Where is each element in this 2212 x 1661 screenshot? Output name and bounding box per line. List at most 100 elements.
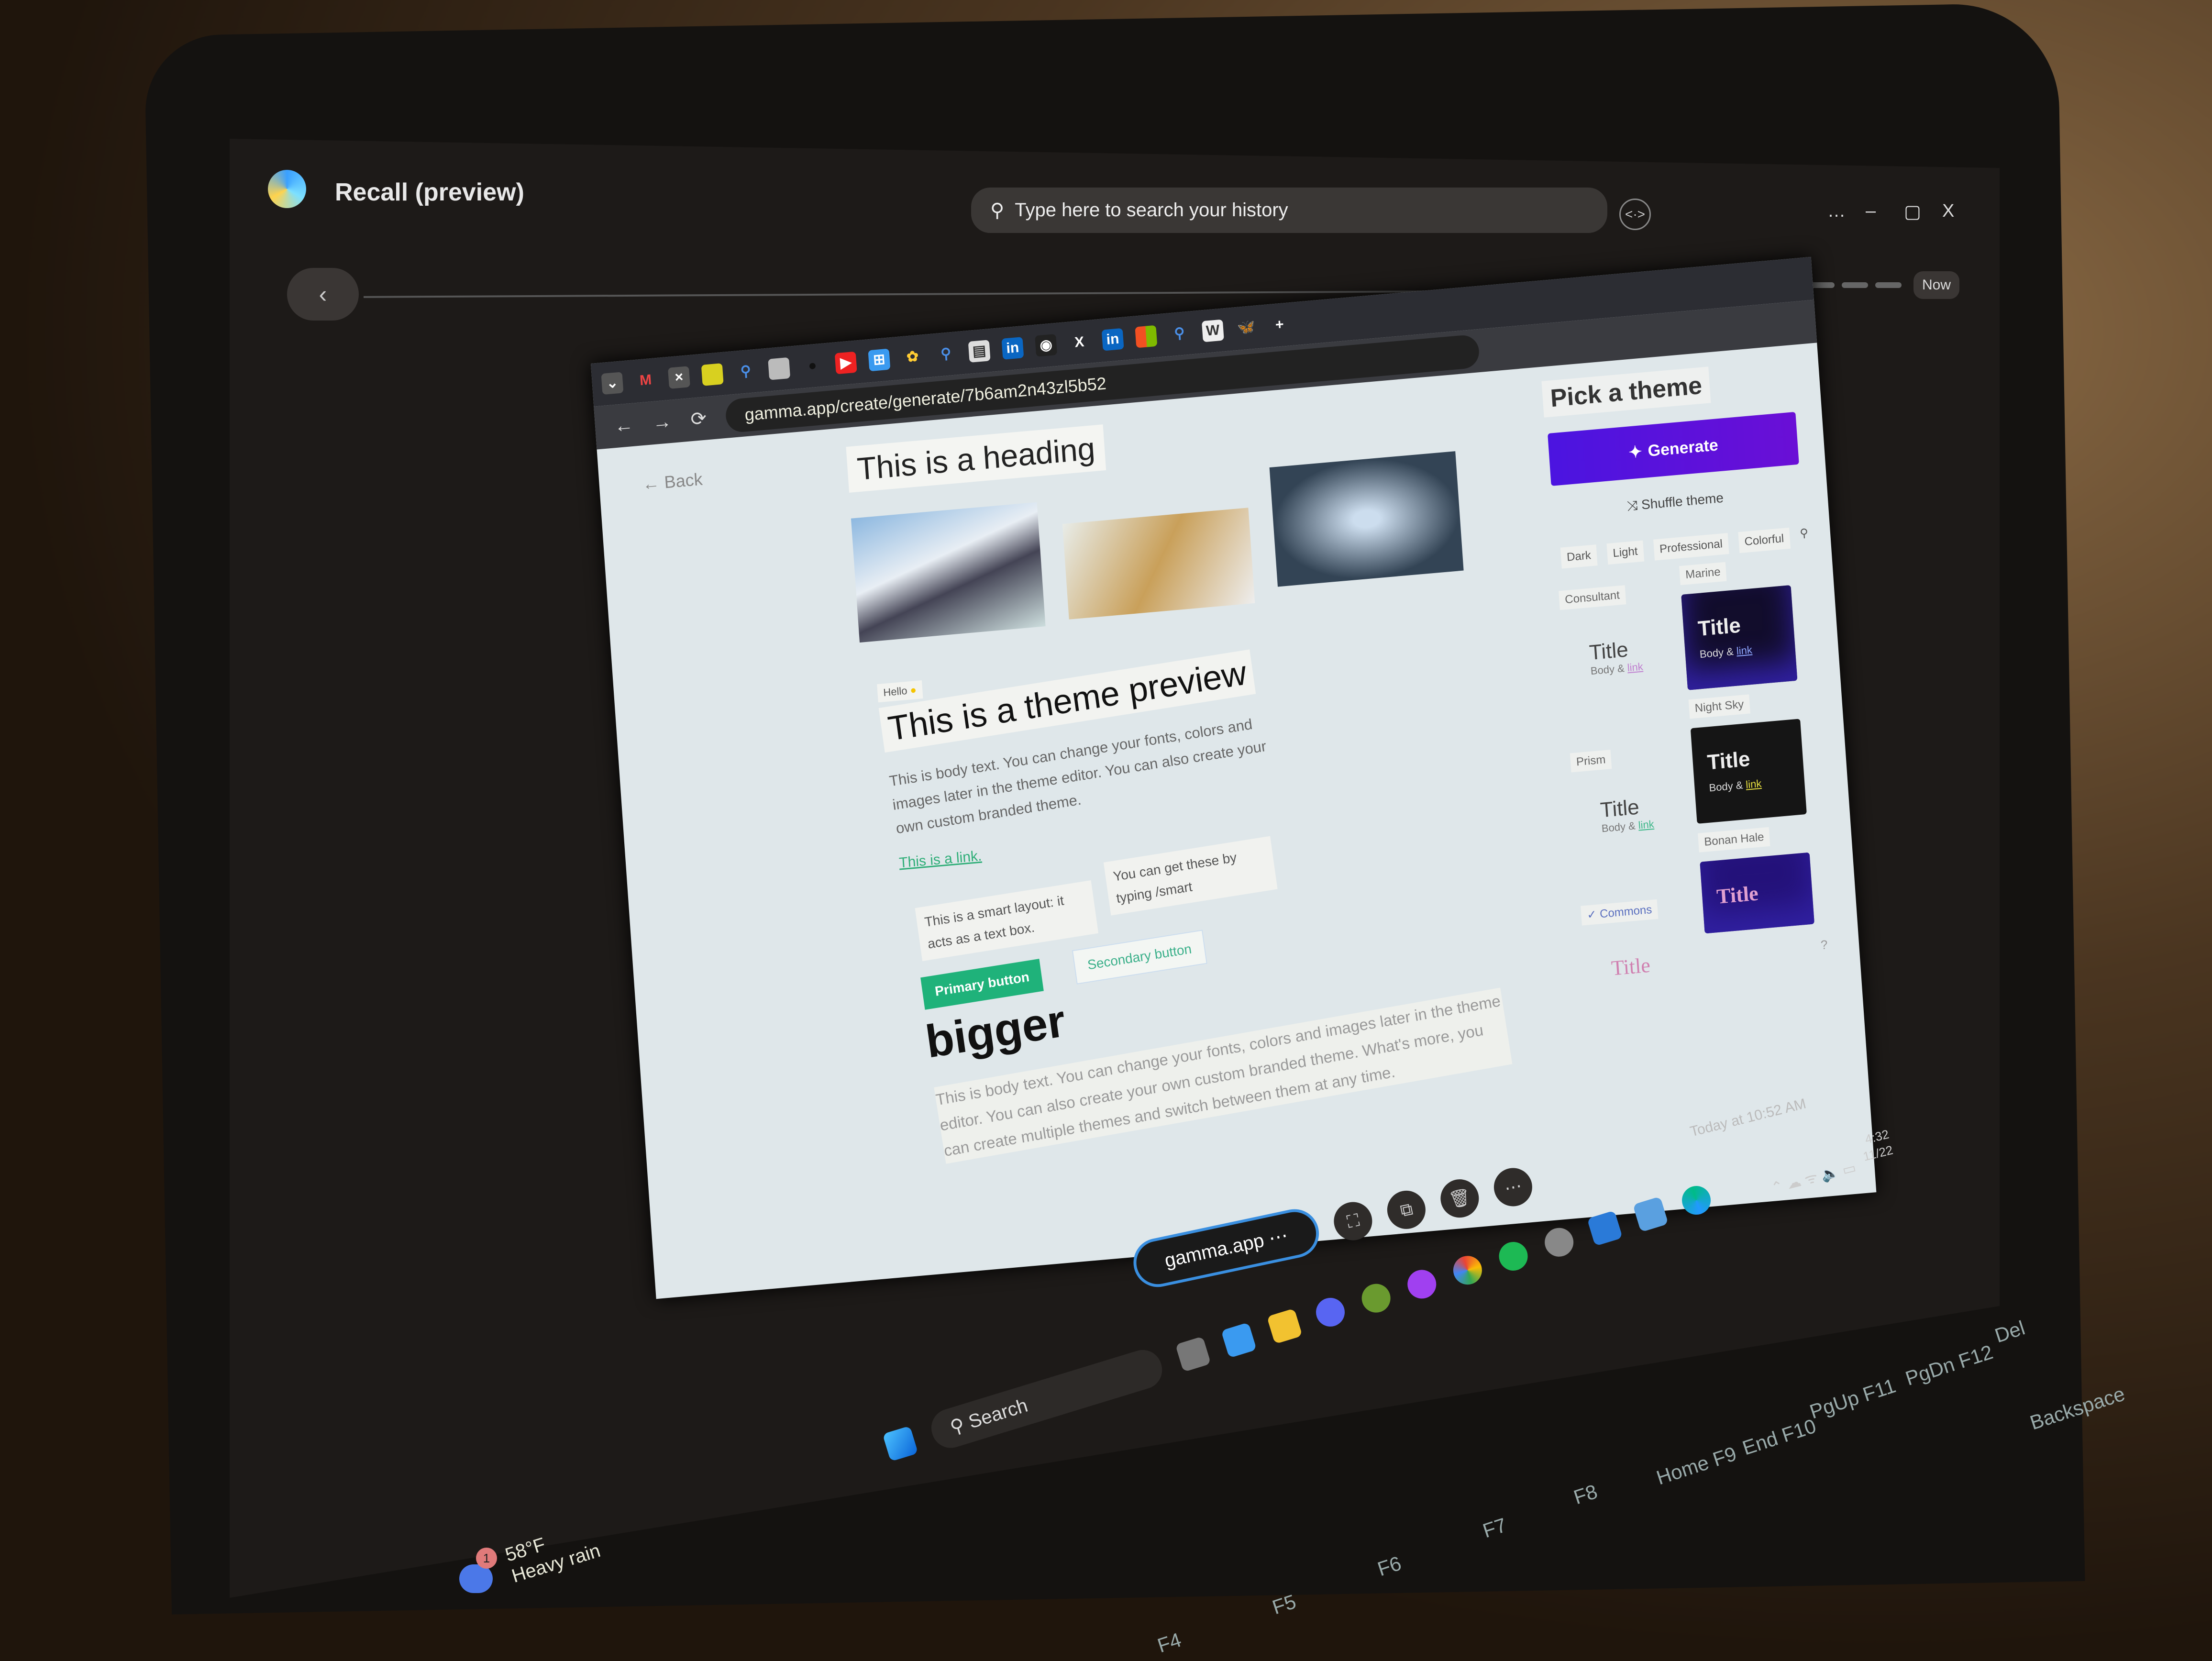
back-link[interactable]: ← Back bbox=[641, 469, 703, 495]
secondary-button[interactable]: Secondary button bbox=[1072, 930, 1207, 985]
timeline-segment[interactable] bbox=[1875, 282, 1902, 288]
youtube-icon[interactable]: ▶ bbox=[834, 351, 857, 375]
app-icon[interactable] bbox=[1632, 1196, 1669, 1232]
dot-icon[interactable]: ● bbox=[801, 354, 824, 377]
taskbar-search-label: Search bbox=[966, 1395, 1030, 1433]
theme-title: Title bbox=[1715, 881, 1759, 908]
search-icon[interactable]: ⚲ bbox=[1799, 526, 1809, 547]
new-tab-icon[interactable]: + bbox=[1268, 313, 1291, 336]
shuffle-label: Shuffle theme bbox=[1641, 490, 1724, 512]
gmail-icon[interactable]: M bbox=[634, 369, 657, 392]
close-button[interactable]: X bbox=[1942, 201, 1954, 221]
chevron-down-icon[interactable]: ⌄ bbox=[601, 372, 624, 395]
messenger-icon[interactable] bbox=[1404, 1266, 1440, 1302]
theme-prism-name[interactable]: Prism bbox=[1570, 750, 1612, 773]
minimize-button[interactable]: – bbox=[1866, 201, 1876, 221]
theme-consultant-card[interactable]: Title Body & link bbox=[1589, 637, 1644, 677]
screen-select-icon[interactable]: ⛶ bbox=[1330, 1198, 1376, 1244]
weather-badge: 1 bbox=[476, 1548, 497, 1569]
heading: This is a heading bbox=[846, 424, 1106, 493]
generate-button[interactable]: ✦ Generate bbox=[1548, 411, 1799, 486]
theme-bonan-hale-card[interactable]: Title bbox=[1700, 852, 1814, 934]
filter-dark[interactable]: Dark bbox=[1560, 544, 1598, 569]
bluesky-icon[interactable]: 🦋 bbox=[1235, 316, 1258, 339]
history-search-input[interactable]: ⚲ Type here to search your history bbox=[971, 188, 1607, 233]
theme-marine-card[interactable]: Title Body & link bbox=[1681, 585, 1798, 690]
word-icon[interactable]: W bbox=[1201, 319, 1224, 343]
maximize-button[interactable]: ▢ bbox=[1904, 201, 1921, 222]
smart-hint-text: You can get these by typing /smart bbox=[1103, 836, 1278, 916]
close-icon[interactable]: × bbox=[668, 366, 690, 389]
theme-title: Title bbox=[1706, 747, 1751, 775]
copy-icon[interactable]: ⧉ bbox=[1383, 1187, 1429, 1233]
vscode-icon[interactable] bbox=[1587, 1210, 1623, 1246]
filter-professional[interactable]: Professional bbox=[1653, 533, 1729, 561]
shuffle-icon: ⤨ bbox=[1626, 498, 1638, 514]
linkedin-icon[interactable]: in bbox=[1001, 337, 1024, 360]
sparkle-icon: ✦ bbox=[1628, 443, 1643, 462]
hello-text: Hello bbox=[883, 684, 908, 699]
forward-arrow-icon[interactable]: → bbox=[652, 410, 672, 433]
back-arrow-icon[interactable]: ← bbox=[614, 414, 634, 437]
chrome-icon[interactable] bbox=[1449, 1252, 1486, 1288]
sample-link[interactable]: This is a link. bbox=[898, 848, 982, 872]
image-icon[interactable] bbox=[768, 357, 791, 380]
delete-icon[interactable]: 🗑 bbox=[1437, 1175, 1483, 1221]
key-f4: F4 bbox=[1154, 1628, 1184, 1657]
smart-layout-text: This is a smart layout: it acts as a tex… bbox=[915, 880, 1099, 961]
filter-light[interactable]: Light bbox=[1606, 540, 1644, 565]
now-button[interactable]: Now bbox=[1913, 271, 1960, 299]
star-icon: ● bbox=[909, 684, 917, 697]
photos-icon[interactable]: ✿ bbox=[901, 345, 924, 368]
link-label: link bbox=[1736, 643, 1753, 657]
edge-icon[interactable] bbox=[1678, 1182, 1714, 1218]
recall-app-icon[interactable] bbox=[1221, 1322, 1257, 1358]
weather-rain-icon bbox=[459, 1564, 493, 1593]
theme-bonan-hale-name[interactable]: Bonan Hale bbox=[1698, 827, 1770, 853]
sticky-notes-icon[interactable] bbox=[701, 363, 724, 386]
body-label: Body & bbox=[1708, 779, 1744, 794]
theme-consultant-name[interactable]: Consultant bbox=[1559, 585, 1626, 610]
shuffle-theme-button[interactable]: ⤨ Shuffle theme bbox=[1626, 490, 1724, 515]
link-label: link bbox=[1637, 818, 1655, 831]
back-label: Back bbox=[664, 469, 703, 492]
search-icon[interactable]: ⚲ bbox=[935, 343, 957, 365]
spotify-icon[interactable] bbox=[1495, 1238, 1531, 1274]
app-pill-label: gamma.app bbox=[1162, 1229, 1266, 1272]
x-icon[interactable]: X bbox=[1068, 331, 1091, 354]
calendar-icon[interactable]: ▤ bbox=[968, 340, 991, 363]
microsoft-icon[interactable] bbox=[1135, 325, 1158, 348]
timeline-back-button[interactable]: ‹ bbox=[287, 268, 359, 321]
image-search-button[interactable]: <·> bbox=[1619, 199, 1651, 230]
task-view-icon[interactable] bbox=[1175, 1336, 1211, 1373]
snapshot-browser[interactable]: ⌄ M × ⚲ ● ▶ ⊞ ✿ ⚲ ▤ in ◉ X in ⚲ W 🦋 + ← … bbox=[591, 256, 1877, 1299]
settings-icon[interactable] bbox=[1541, 1224, 1577, 1261]
theme-marine-name[interactable]: Marine bbox=[1679, 562, 1727, 586]
app-icon[interactable] bbox=[1358, 1280, 1394, 1317]
theme-filters: Dark Light Professional Colorful ⚲ bbox=[1560, 526, 1809, 569]
discord-icon[interactable] bbox=[1312, 1294, 1349, 1330]
theme-commons-name[interactable]: ✓ Commons bbox=[1581, 899, 1659, 926]
more-options-icon[interactable]: ⋯ bbox=[1490, 1164, 1536, 1210]
theme-commons-title[interactable]: Title bbox=[1611, 953, 1651, 981]
timeline-segment[interactable] bbox=[1842, 282, 1868, 288]
help-icon[interactable]: ? bbox=[1820, 937, 1828, 952]
hello-label: Hello ● bbox=[877, 680, 923, 703]
search-icon[interactable]: ⚲ bbox=[735, 360, 757, 383]
tent-image bbox=[1062, 508, 1255, 620]
reload-icon[interactable]: ⟳ bbox=[690, 407, 708, 431]
file-explorer-icon[interactable] bbox=[1266, 1308, 1303, 1344]
search-placeholder: Type here to search your history bbox=[1015, 199, 1288, 221]
more-button[interactable]: … bbox=[1827, 201, 1846, 221]
search-icon[interactable]: ⚲ bbox=[1168, 322, 1191, 345]
more-icon[interactable]: ⋯ bbox=[1267, 1225, 1290, 1249]
theme-prism-card[interactable]: Title Body & link bbox=[1600, 794, 1655, 835]
windows-icon[interactable]: ⊞ bbox=[868, 348, 891, 372]
filter-colorful[interactable]: Colorful bbox=[1738, 527, 1791, 554]
body-label: Body & bbox=[1590, 662, 1625, 677]
settings-icon[interactable]: ◉ bbox=[1035, 334, 1058, 357]
linkedin-icon[interactable]: in bbox=[1101, 328, 1124, 351]
theme-title: Title bbox=[1697, 613, 1742, 641]
theme-night-sky-name[interactable]: Night Sky bbox=[1688, 694, 1750, 719]
theme-night-sky-card[interactable]: Title Body & link bbox=[1690, 719, 1807, 824]
